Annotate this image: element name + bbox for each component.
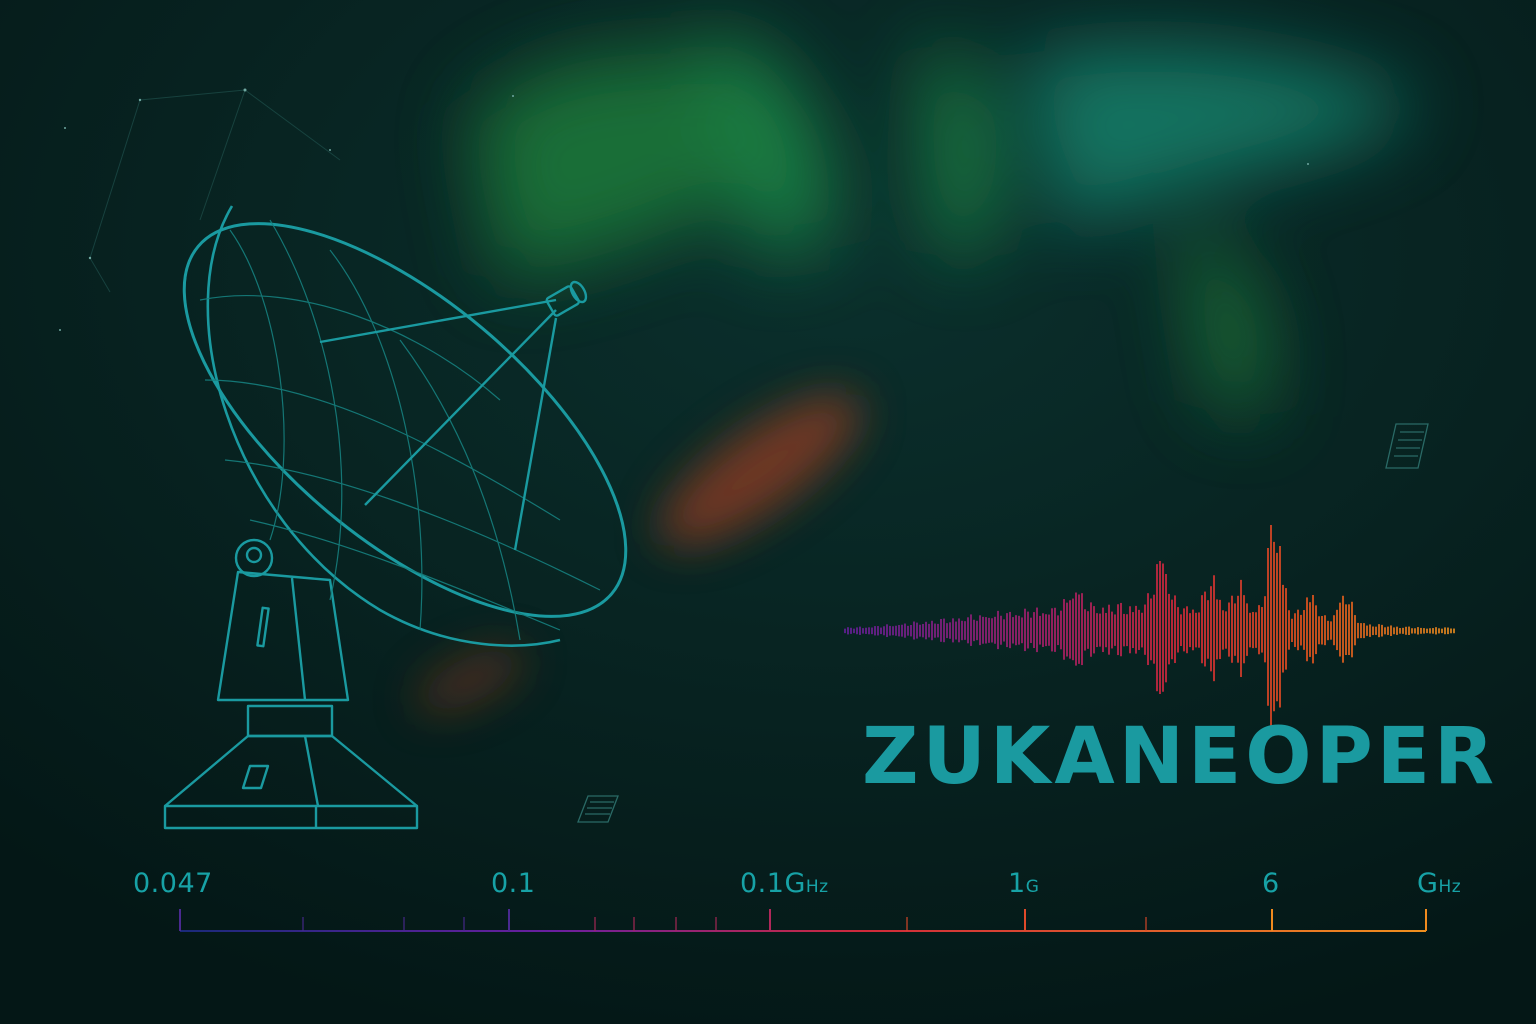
axis-label-0: 0.047	[133, 868, 213, 899]
axis-label-5: GHz	[1417, 868, 1462, 899]
axis-label-4: 6	[1262, 868, 1280, 899]
axis-label-2: 0.1GHz	[740, 868, 829, 899]
axis-label-1: 0.1	[491, 868, 536, 899]
brand-title: ZUKANEOPER	[862, 712, 1499, 802]
axis-label-3: 1G	[1008, 868, 1040, 899]
